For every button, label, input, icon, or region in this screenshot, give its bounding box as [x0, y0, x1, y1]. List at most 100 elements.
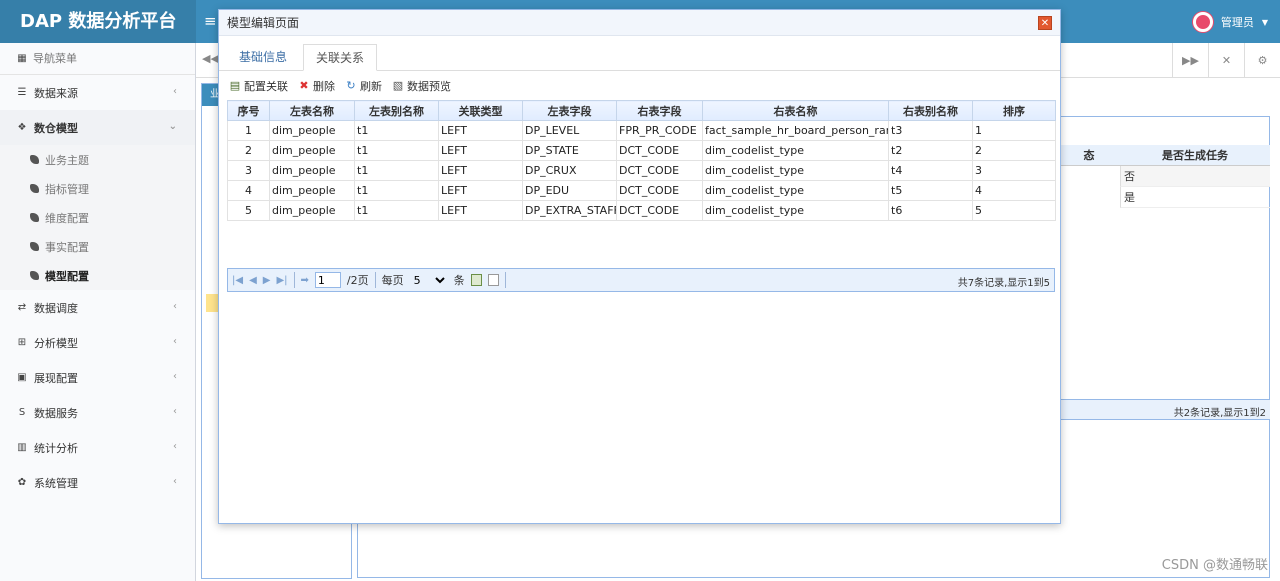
document-export-icon[interactable]	[487, 274, 499, 286]
relation-table: 序号 左表名称 左表别名称 关联类型 左表字段 右表字段 右表名称 右表别名称 …	[227, 100, 1056, 221]
column-header[interactable]: 态	[1058, 145, 1120, 165]
column-header[interactable]: 右表名称	[702, 100, 889, 121]
table-cell: DCT_CODE	[616, 140, 703, 161]
pager-info: 共2条记录,显示1到2	[1173, 408, 1266, 419]
column-header[interactable]: 排序	[972, 100, 1056, 121]
table-row[interactable]: 5 dim_people t1 LEFT DP_EXTRA_STAFF DCT_…	[227, 200, 1056, 221]
sidebar-item-analysis-model[interactable]: ⊞ 分析模型 ‹	[0, 325, 195, 360]
per-page-select[interactable]: 5	[409, 272, 448, 288]
sidebar-item-data-scheduling[interactable]: ⇄ 数据调度 ‹	[0, 290, 195, 325]
table-cell: dim_codelist_type	[702, 180, 889, 201]
table-cell: dim_codelist_type	[702, 140, 889, 161]
next-page-button[interactable]: ▶	[263, 275, 271, 286]
table-cell: DCT_CODE	[616, 180, 703, 201]
scroll-left-icon[interactable]: ◀◀	[202, 52, 219, 65]
leaf-icon	[30, 155, 39, 164]
scroll-right-icon[interactable]: ▶▶	[1172, 43, 1208, 78]
table-cell: dim_codelist_type	[702, 200, 889, 221]
refresh-icon: ↻	[346, 79, 356, 92]
tab-basic-info[interactable]: 基础信息	[227, 44, 299, 71]
column-header[interactable]: 左表字段	[522, 100, 617, 121]
column-header[interactable]: 是否生成任务	[1120, 145, 1270, 165]
table-cell: dim_people	[269, 120, 355, 141]
page-number-input[interactable]	[314, 272, 341, 288]
sidebar-item-display-config[interactable]: ▣ 展现配置 ‹	[0, 360, 195, 395]
sidebar-subitem-dimension-config[interactable]: 维度配置	[0, 203, 195, 232]
chevron-left-icon: ‹	[173, 371, 177, 382]
table-cell: 5	[972, 200, 1056, 221]
table-cell: DP_STATE	[522, 140, 617, 161]
prev-page-button[interactable]: ◀	[249, 275, 257, 286]
sidebar-item-system-management[interactable]: ✿ 系统管理 ‹	[0, 465, 195, 500]
menu-toggle-icon[interactable]: ≡	[204, 11, 217, 31]
table-cell: DP_CRUX	[522, 160, 617, 181]
leaf-icon	[30, 242, 39, 251]
table-cell: t1	[354, 160, 439, 181]
sidebar-item-warehouse-model[interactable]: ❖ 数仓模型 ⌄	[0, 110, 195, 145]
column-header[interactable]: 左表别名称	[354, 100, 439, 121]
table-cell: 5	[227, 200, 270, 221]
fullscreen-icon[interactable]: ✕	[1208, 43, 1244, 78]
table-cell: LEFT	[438, 160, 523, 181]
table-row[interactable]: 3 dim_people t1 LEFT DP_CRUX DCT_CODE di…	[227, 160, 1056, 181]
pager-divider	[374, 272, 376, 288]
chevron-left-icon: ‹	[173, 441, 177, 452]
column-header[interactable]: 关联类型	[438, 100, 523, 121]
table-cell: t1	[354, 140, 439, 161]
sidebar-subitem-model-config[interactable]: 模型配置	[0, 261, 195, 290]
chevron-down-icon: ⌄	[168, 121, 177, 132]
column-header[interactable]: 右表别名称	[888, 100, 973, 121]
chevron-left-icon: ‹	[173, 336, 177, 347]
table-cell: LEFT	[438, 140, 523, 161]
delete-button[interactable]: ✖ 删除	[298, 78, 335, 94]
close-icon[interactable]: ✕	[1038, 16, 1052, 30]
table-cell: 4	[227, 180, 270, 201]
sidebar-subitem-metric-management[interactable]: 指标管理	[0, 174, 195, 203]
leaf-icon	[30, 184, 39, 193]
tab-relations[interactable]: 关联关系	[303, 44, 378, 71]
pager-info: 共7条记录,显示1到5	[957, 278, 1050, 289]
preview-icon: ▧	[392, 79, 404, 92]
sidebar-item-statistics[interactable]: ▥ 统计分析 ‹	[0, 430, 195, 465]
data-preview-button[interactable]: ▧ 数据预览	[392, 78, 451, 94]
excel-export-icon[interactable]	[470, 274, 482, 286]
film-icon: ▣	[17, 372, 27, 383]
last-page-button[interactable]: ▶|	[276, 275, 287, 286]
table-cell: 1	[972, 120, 1056, 141]
go-page-icon[interactable]: ➡	[301, 275, 309, 286]
table-cell: dim_people	[269, 200, 355, 221]
refresh-button[interactable]: ↻ 刷新	[345, 78, 382, 94]
table-row[interactable]: 2 dim_people t1 LEFT DP_STATE DCT_CODE d…	[227, 140, 1056, 161]
first-page-button[interactable]: |◀	[232, 275, 243, 286]
sidebar: ▦ 导航菜单 ☰ 数据来源 ‹ ❖ 数仓模型 ⌄ 业务主题 指标管理 维度配置 …	[0, 43, 196, 581]
sidebar-item-data-source[interactable]: ☰ 数据来源 ‹	[0, 75, 195, 110]
brand-logo[interactable]: DAP 数据分析平台	[0, 0, 196, 43]
config-relation-button[interactable]: ▤ 配置关联	[229, 78, 288, 94]
table-cell: LEFT	[438, 120, 523, 141]
table-row[interactable]: 1 dim_people t1 LEFT DP_LEVEL FPR_PR_COD…	[227, 120, 1056, 141]
table-row[interactable]: 4 dim_people t1 LEFT DP_EDU DCT_CODE dim…	[227, 180, 1056, 201]
dialog-tabs: 基础信息 关联关系	[219, 36, 1060, 71]
cubes-icon: ❖	[17, 122, 27, 133]
column-header[interactable]: 左表名称	[269, 100, 355, 121]
sidebar-subitem-business-theme[interactable]: 业务主题	[0, 145, 195, 174]
chevron-left-icon: ‹	[173, 406, 177, 417]
total-pages: /2页	[346, 274, 369, 287]
column-header[interactable]: 序号	[227, 100, 270, 121]
settings-icon[interactable]: ⚙	[1244, 43, 1280, 78]
user-menu[interactable]: 管理员 ▼	[1192, 11, 1268, 33]
table-cell: 2	[227, 140, 270, 161]
table-cell: dim_codelist_type	[702, 160, 889, 181]
relation-toolbar: ▤ 配置关联 ✖ 删除 ↻ 刷新 ▧ 数据预览	[229, 77, 451, 95]
table-cell: t3	[888, 120, 973, 141]
table-cell: fact_sample_hr_board_person_rank	[702, 120, 889, 141]
table-cell[interactable]: 否	[1120, 166, 1270, 187]
sidebar-item-data-service[interactable]: S 数据服务 ‹	[0, 395, 195, 430]
column-header[interactable]: 右表字段	[616, 100, 703, 121]
table-cell: t5	[888, 180, 973, 201]
table-cell: 4	[972, 180, 1056, 201]
table-config-icon: ▤	[229, 79, 241, 92]
sidebar-subitem-fact-config[interactable]: 事实配置	[0, 232, 195, 261]
table-cell: dim_people	[269, 140, 355, 161]
table-cell[interactable]: 是	[1120, 187, 1270, 208]
